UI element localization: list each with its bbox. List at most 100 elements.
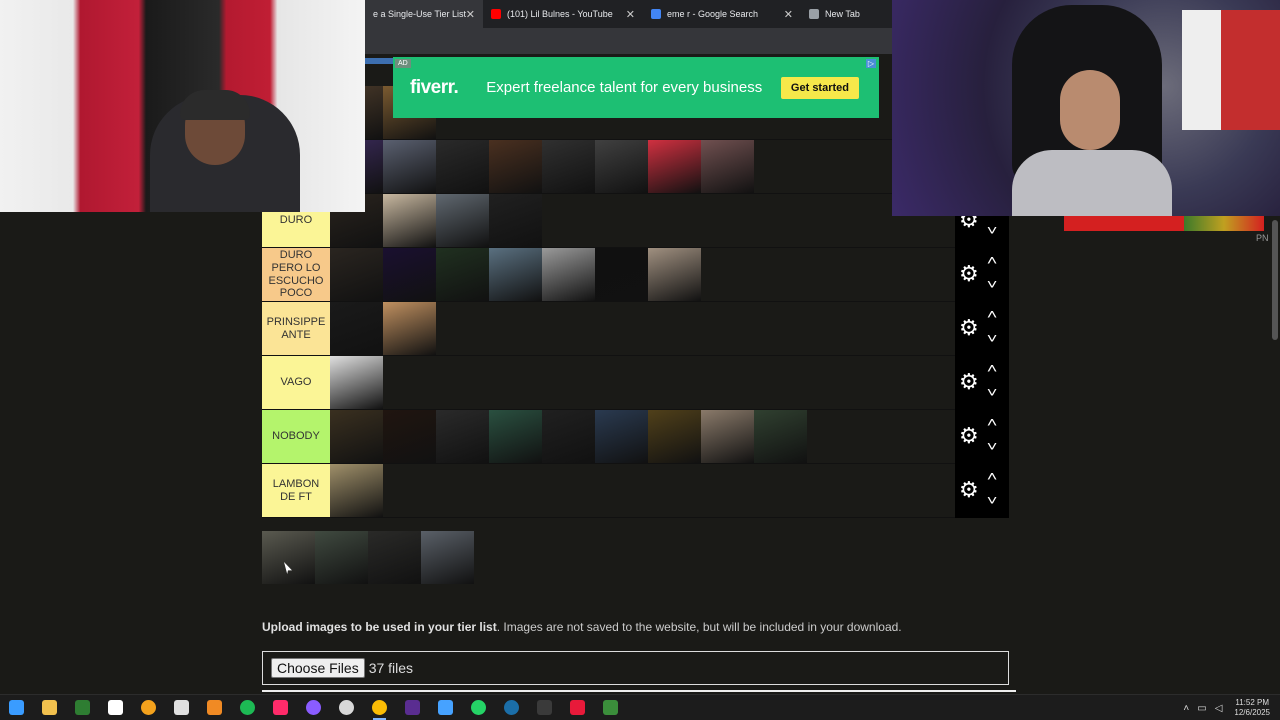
4k-icon[interactable] bbox=[528, 695, 561, 720]
tier-image[interactable] bbox=[489, 248, 542, 301]
unranked-image[interactable] bbox=[262, 531, 315, 584]
tier-image[interactable] bbox=[330, 410, 383, 463]
tier-image[interactable] bbox=[330, 302, 383, 355]
whatsapp-icon[interactable] bbox=[462, 695, 495, 720]
tier-label[interactable]: DURO PERO LO ESCUCHO POCO bbox=[262, 248, 330, 301]
tier-image[interactable] bbox=[489, 194, 542, 247]
tier-image[interactable] bbox=[595, 140, 648, 193]
tier-image[interactable] bbox=[436, 140, 489, 193]
tier-controls: ⚙ ˄ ˅ bbox=[955, 302, 1009, 356]
tier-image[interactable] bbox=[701, 140, 754, 193]
chevron-down-icon[interactable]: ˅ bbox=[987, 438, 998, 454]
tab-close-icon[interactable]: ✕ bbox=[784, 8, 793, 21]
network-icon[interactable]: ▭ bbox=[1197, 703, 1206, 714]
chevron-up-icon[interactable]: ˄ bbox=[987, 360, 998, 376]
chevron-up-icon[interactable]: ˄ bbox=[987, 252, 998, 268]
vlc-icon[interactable] bbox=[198, 695, 231, 720]
unranked-image-pool bbox=[262, 531, 474, 584]
chevron-up-icon[interactable]: ˄ bbox=[987, 414, 998, 430]
page-scrollbar[interactable] bbox=[1272, 220, 1278, 340]
unranked-image[interactable] bbox=[368, 531, 421, 584]
file-explorer-icon[interactable] bbox=[33, 695, 66, 720]
discord-bot-icon-glyph bbox=[141, 700, 156, 715]
tier-image[interactable] bbox=[595, 248, 648, 301]
spotify-icon[interactable] bbox=[231, 695, 264, 720]
browser-tab[interactable]: (101) Lil Bulnes - YouTube ✕ bbox=[483, 0, 643, 28]
tier-image[interactable] bbox=[436, 248, 489, 301]
chrome-icon[interactable] bbox=[363, 695, 396, 720]
discord-bot-icon[interactable] bbox=[132, 695, 165, 720]
chevron-down-icon[interactable]: ˅ bbox=[987, 492, 998, 508]
tier-label[interactable]: VAGO bbox=[262, 356, 330, 409]
tier-image[interactable] bbox=[383, 302, 436, 355]
tier-label[interactable]: PRINSIPPE ANTE bbox=[262, 302, 330, 355]
spreadsheet-icon[interactable] bbox=[66, 695, 99, 720]
chevron-up-icon[interactable]: ˄ bbox=[1183, 703, 1189, 714]
file-input[interactable]: Choose Files 37 files bbox=[262, 651, 1009, 685]
unranked-image[interactable] bbox=[315, 531, 368, 584]
tab-label: eme r - Google Search bbox=[667, 9, 759, 19]
capcut-alt-icon[interactable] bbox=[165, 695, 198, 720]
tier-image[interactable] bbox=[542, 248, 595, 301]
record-icon[interactable] bbox=[561, 695, 594, 720]
toolbox-icon[interactable] bbox=[429, 695, 462, 720]
clock[interactable]: 11:52 PM 12/6/2025 bbox=[1234, 698, 1270, 717]
tier-image[interactable] bbox=[595, 410, 648, 463]
ad-banner[interactable]: AD fiverr. Expert freelance talent for e… bbox=[393, 57, 879, 118]
tier-image[interactable] bbox=[383, 410, 436, 463]
upload-instructions-rest: . Images are not saved to the website, b… bbox=[496, 620, 902, 634]
chevron-down-icon[interactable]: ˅ bbox=[987, 330, 998, 346]
tier-image[interactable] bbox=[648, 140, 701, 193]
unranked-image[interactable] bbox=[421, 531, 474, 584]
volume-icon[interactable]: ◁ bbox=[1215, 703, 1223, 714]
next-icon[interactable] bbox=[396, 695, 429, 720]
tier-image[interactable] bbox=[436, 410, 489, 463]
minecraft-icon[interactable] bbox=[594, 695, 627, 720]
adchoices-icon[interactable]: ▷ bbox=[865, 59, 876, 68]
tier-image[interactable] bbox=[489, 140, 542, 193]
chevron-down-icon[interactable]: ˅ bbox=[987, 276, 998, 292]
screen: ⚙˄˅⚙˄˅DURO⚙˄˅DURO PERO LO ESCUCHO POCO⚙˄… bbox=[0, 0, 1280, 720]
capcut-icon[interactable] bbox=[99, 695, 132, 720]
tier-image[interactable] bbox=[330, 356, 383, 409]
browser-tab[interactable]: e a Single-Use Tier List (P✕ bbox=[365, 0, 483, 28]
gear-icon[interactable]: ⚙ bbox=[959, 371, 979, 393]
tier-image[interactable] bbox=[489, 410, 542, 463]
tier-image[interactable] bbox=[648, 410, 701, 463]
ad-get-started-button[interactable]: Get started bbox=[780, 76, 859, 99]
gear-icon[interactable]: ⚙ bbox=[959, 263, 979, 285]
tier-image[interactable] bbox=[330, 464, 383, 517]
chevron-down-icon[interactable]: ˅ bbox=[987, 222, 998, 238]
gear-icon[interactable]: ⚙ bbox=[959, 317, 979, 339]
tier-label[interactable]: LAMBON DE FT bbox=[262, 464, 330, 517]
chevron-up-icon[interactable]: ˄ bbox=[987, 468, 998, 484]
tier-image[interactable] bbox=[383, 248, 436, 301]
tier-image[interactable] bbox=[542, 410, 595, 463]
upload-instructions-bold: Upload images to be used in your tier li… bbox=[262, 620, 497, 634]
browser-tab[interactable]: New Tab bbox=[801, 0, 892, 28]
tier-image[interactable] bbox=[330, 248, 383, 301]
tier-image[interactable] bbox=[648, 248, 701, 301]
tier-image[interactable] bbox=[383, 140, 436, 193]
tier-label[interactable]: NOBODY bbox=[262, 410, 330, 463]
obs-icon[interactable] bbox=[330, 695, 363, 720]
messenger-icon[interactable] bbox=[297, 695, 330, 720]
tiktok-icon[interactable] bbox=[264, 695, 297, 720]
browser-tab[interactable]: eme r - Google Search ✕ bbox=[643, 0, 801, 28]
tier-image[interactable] bbox=[383, 194, 436, 247]
gear-icon[interactable]: ⚙ bbox=[959, 479, 979, 501]
tab-close-icon[interactable]: ✕ bbox=[626, 8, 635, 21]
tier-image[interactable] bbox=[701, 410, 754, 463]
gear-icon[interactable]: ⚙ bbox=[959, 425, 979, 447]
tier-image[interactable] bbox=[754, 410, 807, 463]
tier-image[interactable] bbox=[436, 194, 489, 247]
chevron-up-icon[interactable]: ˄ bbox=[987, 306, 998, 322]
choose-files-button[interactable]: Choose Files bbox=[271, 658, 365, 678]
chevron-down-icon[interactable]: ˅ bbox=[987, 384, 998, 400]
steam-icon[interactable] bbox=[495, 695, 528, 720]
tier-image[interactable] bbox=[542, 140, 595, 193]
windows-taskbar: ˄ ▭ ◁ 11:52 PM 12/6/2025 bbox=[0, 694, 1280, 720]
tab-close-icon[interactable]: ✕ bbox=[466, 8, 475, 21]
windows-start-icon[interactable] bbox=[0, 695, 33, 720]
webcam-right bbox=[892, 0, 1280, 216]
